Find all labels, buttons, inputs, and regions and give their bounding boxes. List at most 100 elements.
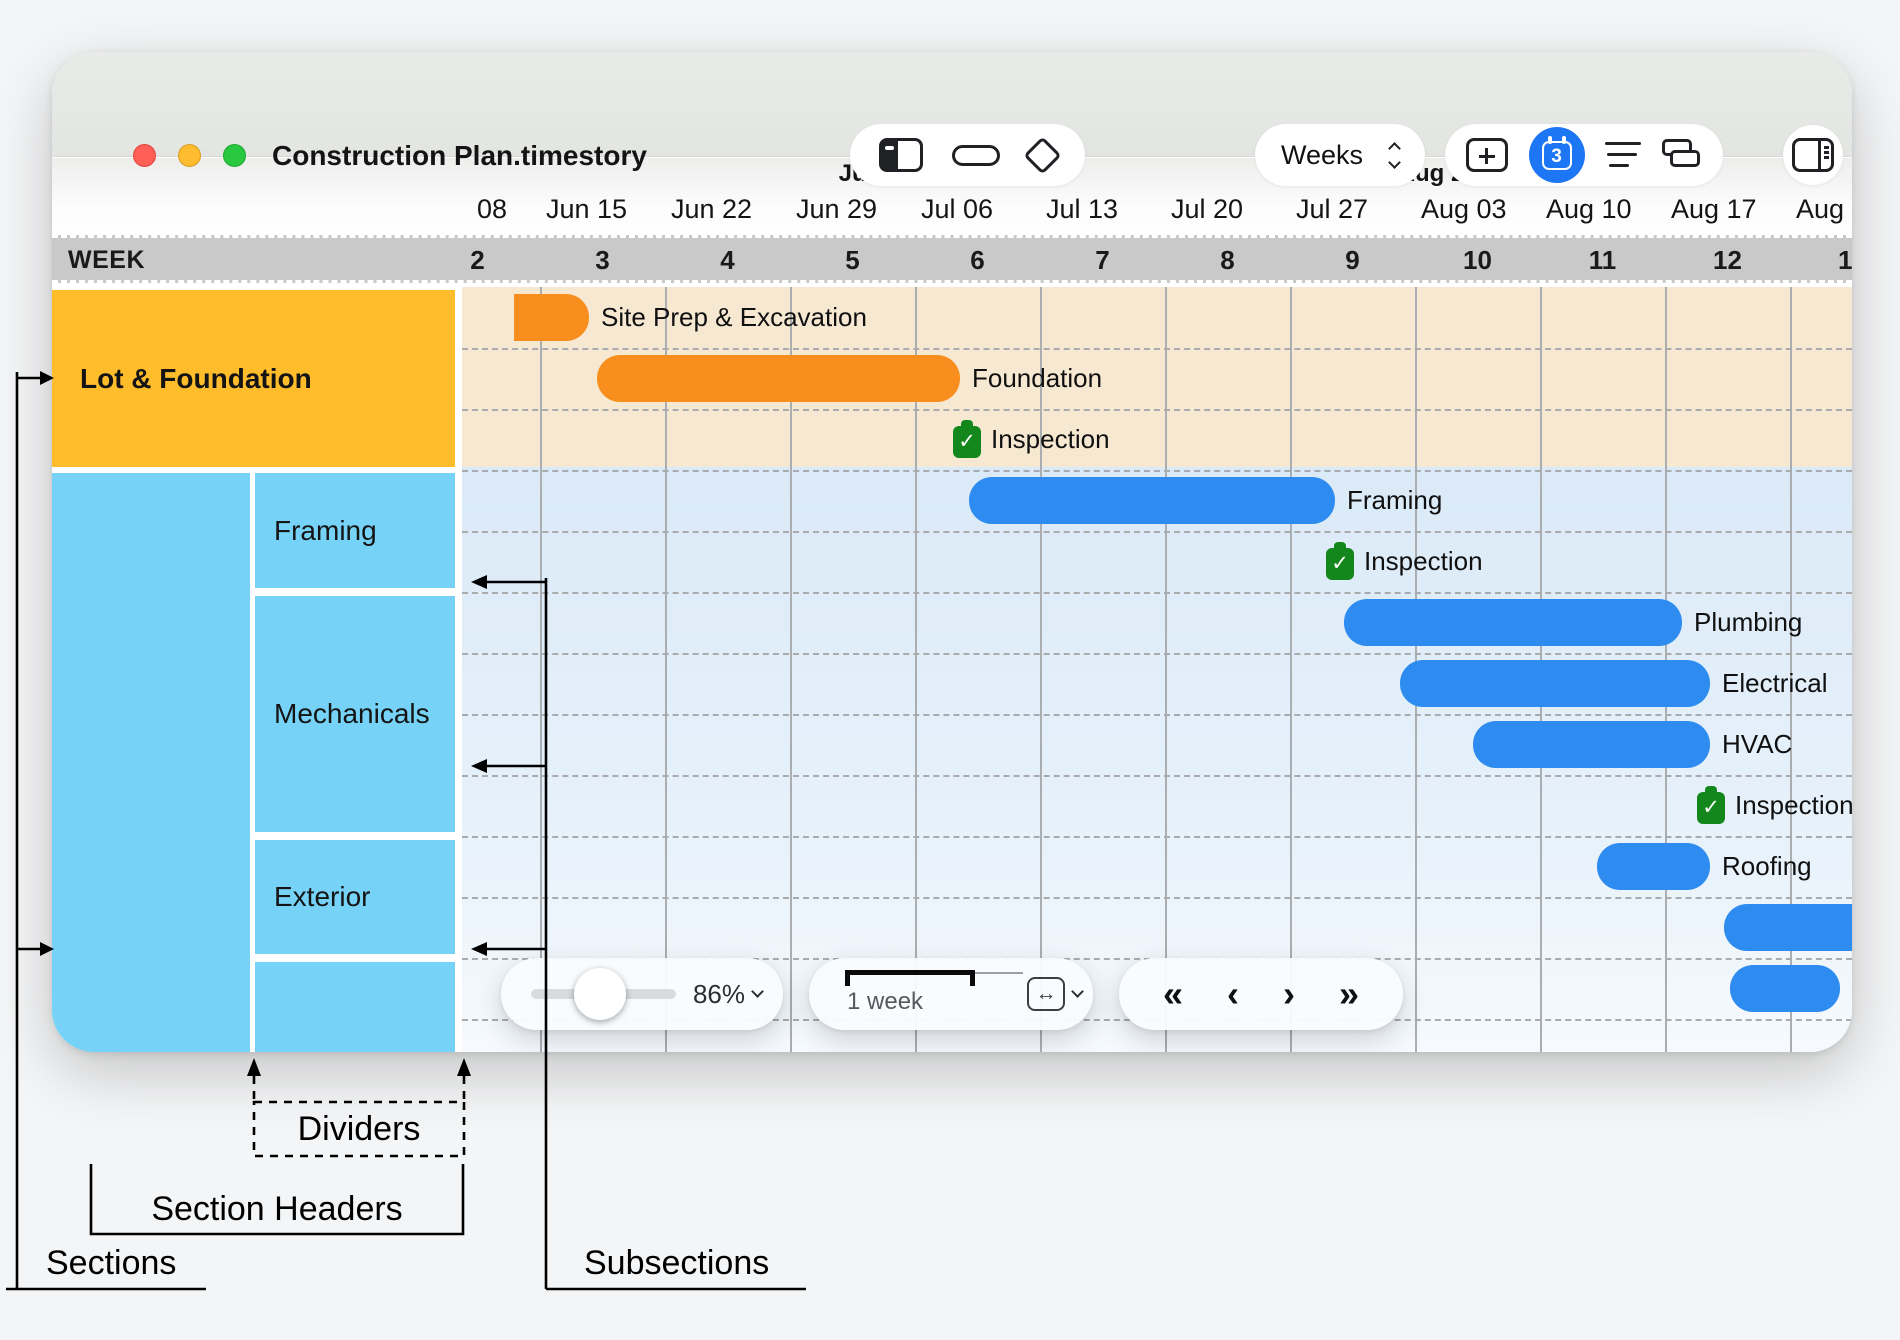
view-mode-value: Weeks — [1281, 140, 1363, 171]
date-label: Aug 03 — [1421, 194, 1507, 225]
task-label: Electrical — [1722, 653, 1827, 714]
new-milestone-icon[interactable] — [1023, 136, 1061, 174]
view-mode-selector[interactable]: Weeks — [1255, 124, 1425, 186]
go-last-button[interactable]: » — [1339, 958, 1359, 1030]
calendar-badge-button[interactable]: 3 — [1529, 127, 1585, 183]
date-label: Jul 27 — [1296, 194, 1368, 225]
week-number: 10 — [1443, 238, 1513, 282]
date-label: Aug 10 — [1546, 194, 1632, 225]
gridline — [1165, 186, 1167, 1052]
range-ruler-line — [975, 972, 1023, 974]
week-number: 13 — [1818, 238, 1853, 282]
go-next-button[interactable]: › — [1283, 958, 1295, 1030]
subsection-framing[interactable]: Framing — [255, 473, 455, 588]
inspection-milestone-icon[interactable]: ✓ — [1326, 542, 1354, 580]
date-label: Jul 13 — [1046, 194, 1118, 225]
sidebar-chart-divider[interactable] — [455, 235, 462, 1052]
inspection-milestone-icon[interactable]: ✓ — [1697, 786, 1725, 824]
milestone-check: ✓ — [1326, 548, 1354, 580]
date-label: 08 — [477, 194, 507, 225]
date-label: Jun 15 — [546, 194, 627, 225]
range-ruler-bar — [845, 970, 975, 975]
new-bar-icon[interactable] — [952, 145, 1000, 166]
inspection-milestone-icon[interactable]: ✓ — [953, 420, 981, 458]
row-divider-dashed-line — [462, 531, 1852, 533]
week-number: 5 — [818, 238, 888, 282]
task-bar[interactable] — [597, 355, 960, 402]
stacked-cards-icon[interactable] — [1662, 139, 1702, 171]
go-first-button[interactable]: « — [1163, 958, 1183, 1030]
week-number: 4 — [693, 238, 763, 282]
date-label: Jul 06 — [921, 194, 993, 225]
subsection-label: Framing — [274, 515, 377, 547]
app-window: Site Prep & Excavation Foundation ✓ Inspect… — [52, 52, 1852, 1052]
split-view-icon[interactable] — [1466, 138, 1508, 172]
annotation-subsections: Subsections — [584, 1244, 769, 1283]
task-label: Framing — [1347, 470, 1442, 531]
zoom-value: 86% — [687, 979, 751, 1010]
sidebar-left-icon[interactable] — [879, 138, 923, 172]
task-bar[interactable] — [514, 294, 589, 341]
task-bar[interactable] — [969, 477, 1335, 524]
task-bar[interactable] — [1597, 843, 1710, 890]
task-label: Inspection — [991, 409, 1110, 470]
row-list-icon[interactable] — [1605, 142, 1641, 168]
task-bar[interactable] — [1400, 660, 1710, 707]
maximize-button[interactable] — [223, 144, 246, 167]
minimize-button[interactable] — [178, 144, 201, 167]
window-titlebar: Construction Plan.timestory Weeks — [52, 52, 1852, 157]
range-chevron-icon[interactable] — [1071, 985, 1084, 998]
range-value: 1 week — [847, 988, 923, 1016]
subsection-label: Exterior — [274, 881, 370, 913]
week-number: 8 — [1193, 238, 1263, 282]
task-label: HVAC — [1722, 714, 1792, 775]
date-label: Aug — [1796, 194, 1844, 225]
annotation-section-headers: Section Headers — [91, 1190, 463, 1229]
range-control[interactable]: 1 week ↔ — [809, 958, 1093, 1030]
row-divider-dashed-line — [462, 470, 1852, 472]
window-title: Construction Plan.timestory — [272, 140, 647, 172]
task-label: Foundation — [972, 348, 1102, 409]
row-divider-dashed-line — [462, 836, 1852, 838]
row-divider-dashed-line — [462, 592, 1852, 594]
row-divider-dashed-line — [462, 714, 1852, 716]
subsection-unnamed[interactable] — [255, 962, 455, 1052]
section-header-construction[interactable]: Construction — [52, 473, 250, 1052]
subsection-mechanicals[interactable]: Mechanicals — [255, 596, 455, 832]
close-button[interactable] — [133, 144, 156, 167]
zoom-chevron-icon[interactable] — [751, 985, 764, 998]
go-prev-button[interactable]: ‹ — [1227, 958, 1239, 1030]
subsection-label: Mechanicals — [274, 698, 430, 730]
row-divider-dashed-line — [462, 653, 1852, 655]
week-number: 3 — [568, 238, 638, 282]
task-label: Site Prep & Excavation — [601, 287, 867, 348]
task-label: Inspection(s) — [1735, 775, 1852, 836]
sidebar-right-icon — [1792, 138, 1834, 172]
gridline — [1040, 186, 1042, 1052]
annotation-sections: Sections — [46, 1244, 176, 1283]
calendar-badge-count: 3 — [1542, 143, 1572, 170]
zoom-slider-knob[interactable] — [574, 968, 626, 1020]
week-number: 2 — [443, 238, 513, 282]
milestone-check: ✓ — [953, 426, 981, 458]
inspector-toggle[interactable] — [1783, 125, 1843, 185]
view-options-toolbar: 3 — [1445, 124, 1723, 186]
subsection-exterior[interactable]: Exterior — [255, 840, 455, 954]
task-bar[interactable] — [1730, 965, 1840, 1012]
milestone-check: ✓ — [1697, 792, 1725, 824]
task-bar[interactable] — [1344, 599, 1682, 646]
fit-width-icon[interactable]: ↔ — [1027, 977, 1065, 1011]
date-label: Jun 22 — [671, 194, 752, 225]
week-number: 12 — [1693, 238, 1763, 282]
task-bar[interactable] — [1724, 904, 1852, 951]
week-row-label: WEEK — [68, 238, 145, 282]
row-divider-dashed-line — [462, 897, 1852, 899]
gridline — [915, 186, 917, 1052]
section-header-label: Lot & Foundation — [80, 363, 312, 395]
range-ruler-tick-left — [845, 970, 850, 986]
row-divider-dashed-line — [462, 348, 1852, 350]
zoom-control: 86% — [501, 958, 783, 1030]
section-header-lot-foundation[interactable]: Lot & Foundation — [52, 290, 455, 467]
task-bar[interactable] — [1473, 721, 1710, 768]
week-number: 11 — [1568, 238, 1638, 282]
